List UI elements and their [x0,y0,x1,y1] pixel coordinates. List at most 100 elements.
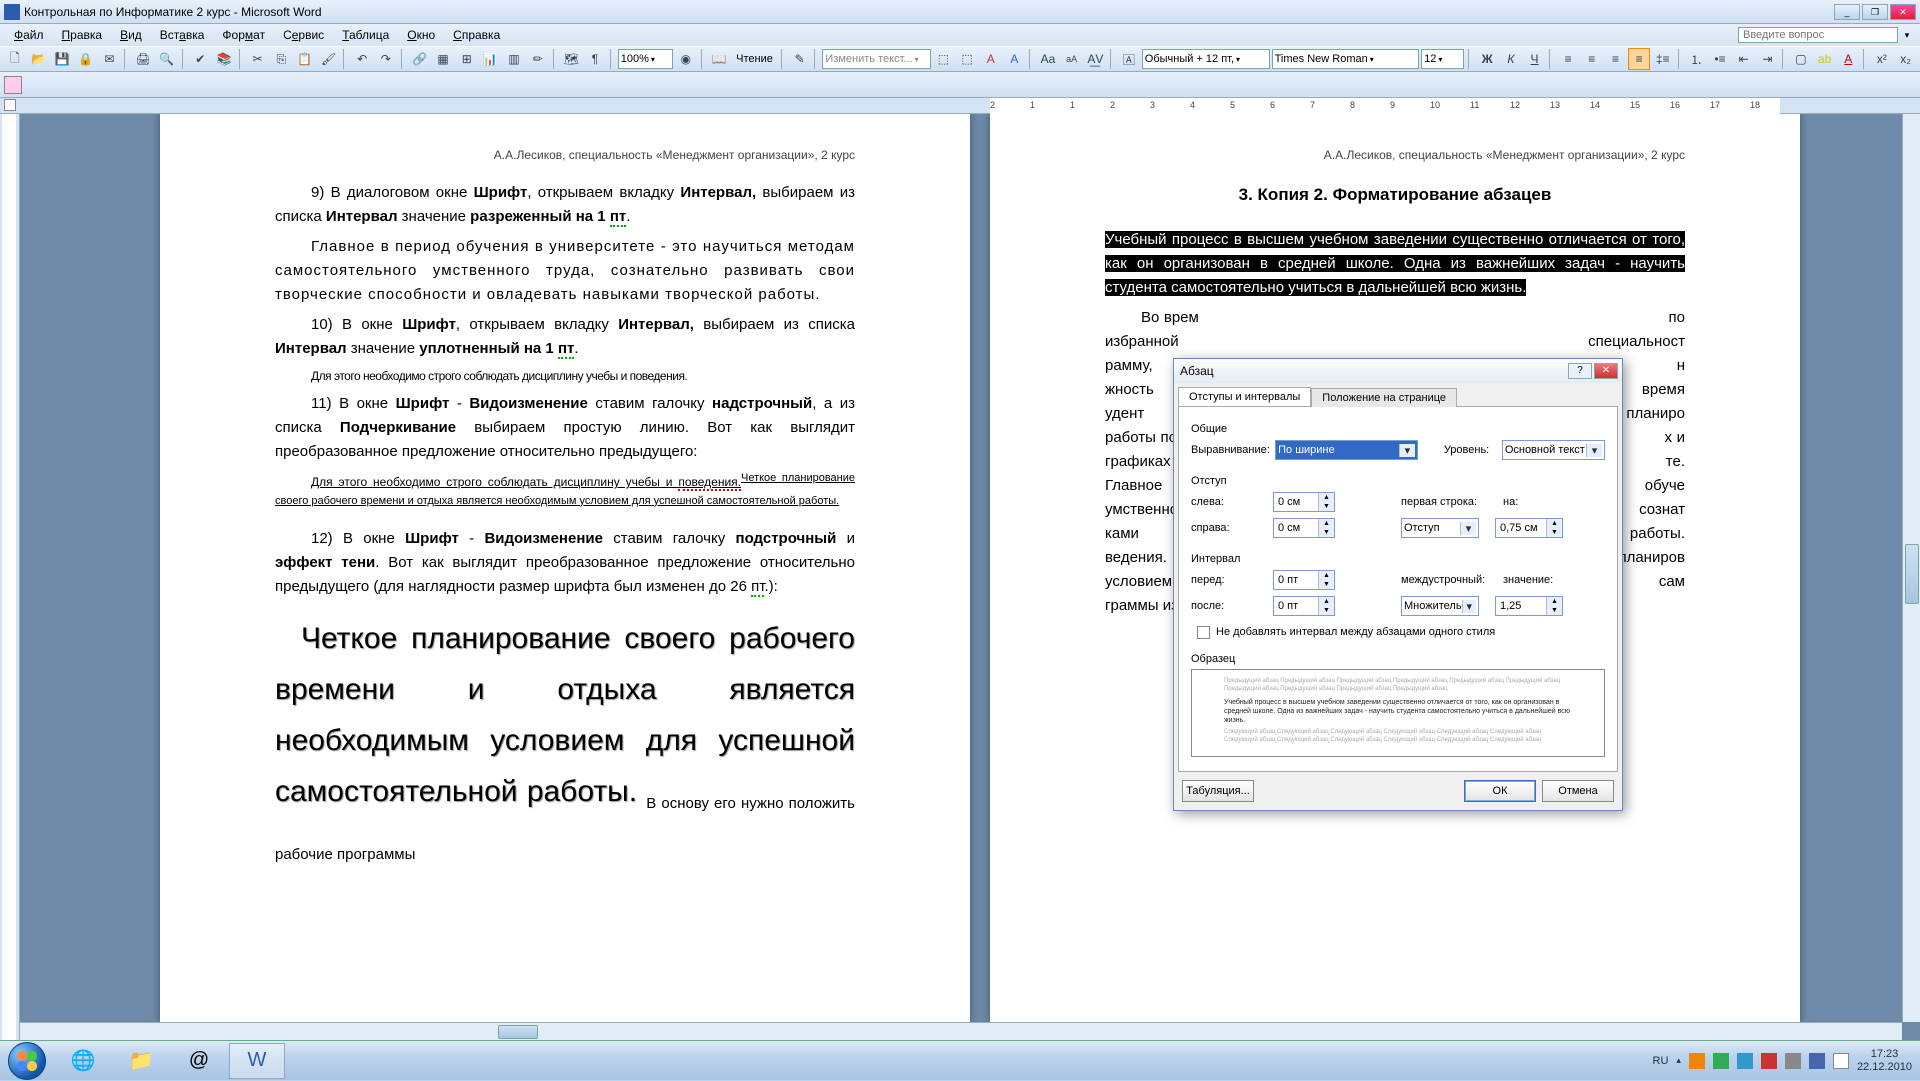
align-left-icon[interactable]: ≡ [1557,48,1579,70]
superscript-icon[interactable]: x² [1871,48,1893,70]
menu-help[interactable]: Справка [445,26,508,44]
scrollbar-thumb-h[interactable] [498,1025,538,1039]
window-close[interactable]: ✕ [1890,4,1916,20]
askbox-dropdown-icon[interactable]: ▾ [1900,30,1914,41]
case-icon[interactable]: Aa [1037,48,1059,70]
drawing-icon[interactable]: ✏ [527,48,549,70]
menu-insert[interactable]: Вставка [152,26,213,44]
space-after-spin[interactable]: ▲▼ [1273,596,1335,616]
align-justify-icon[interactable]: ≡ [1628,48,1650,70]
level-combo[interactable]: Основной текст▾ [1502,440,1605,460]
space-before-spin[interactable]: ▲▼ [1273,570,1335,590]
taskbar-explorer-icon[interactable]: 📁 [113,1043,169,1079]
smallcaps-icon[interactable]: aA [1061,48,1083,70]
cut-icon[interactable]: ✂ [247,48,269,70]
start-button[interactable] [0,1041,54,1081]
no-space-checkbox[interactable]: Не добавлять интервал между абзацами одн… [1197,626,1495,639]
indent-left-spin[interactable]: ▲▼ [1273,492,1335,512]
first-line-spin[interactable]: ▲▼ [1495,518,1563,538]
ink-icon[interactable]: ✎ [789,48,811,70]
line-spacing-icon[interactable]: ‡≡ [1652,48,1674,70]
tb-icon-1[interactable]: ⬚ [933,48,955,70]
tray-icon-6[interactable] [1809,1053,1825,1069]
size-combo[interactable]: 12▾ [1421,49,1464,69]
underline-icon[interactable]: Ч [1524,48,1546,70]
outdent-icon[interactable]: ⇤ [1733,48,1755,70]
tray-icon-5[interactable] [1785,1053,1801,1069]
dialog-help-icon[interactable]: ? [1568,363,1592,379]
excel-icon[interactable]: 📊 [480,48,502,70]
paste-icon[interactable]: 📋 [294,48,316,70]
cancel-button[interactable]: Отмена [1542,780,1614,802]
tray-icon-1[interactable] [1689,1053,1705,1069]
format-painter-icon[interactable]: 🖌 [318,48,340,70]
zoom-combo[interactable]: 100%▾ [618,49,673,69]
ruler-vertical[interactable] [0,114,20,1040]
style-combo[interactable]: Обычный + 12 пт,▾ [1142,49,1270,69]
copy-icon[interactable]: ⎘ [270,48,292,70]
line-value-spin[interactable]: ▲▼ [1495,596,1563,616]
tray-icon-4[interactable] [1761,1053,1777,1069]
research-icon[interactable]: 📚 [213,48,235,70]
tray-lang[interactable]: RU [1653,1055,1669,1067]
docmap-icon[interactable]: 🗺 [561,48,583,70]
line-spacing-combo[interactable]: Множитель▾ [1401,596,1479,616]
show-marks-icon[interactable]: ¶ [584,48,606,70]
tb-icon-2[interactable]: ⬚ [956,48,978,70]
help-icon[interactable]: ◉ [675,48,697,70]
scrollbar-vertical[interactable] [1902,114,1920,1022]
tray-icon-2[interactable] [1713,1053,1729,1069]
first-line-combo[interactable]: Отступ▾ [1401,518,1479,538]
redo-icon[interactable]: ↷ [375,48,397,70]
window-restore[interactable]: ❐ [1862,4,1888,20]
numbering-icon[interactable]: ⒈ [1686,48,1708,70]
save-icon[interactable]: 💾 [51,48,73,70]
tab-indents[interactable]: Отступы и интервалы [1178,387,1311,406]
italic-icon[interactable]: К [1500,48,1522,70]
bullets-icon[interactable]: •≡ [1709,48,1731,70]
scrollbar-horizontal[interactable] [20,1022,1902,1040]
tray-volume-icon[interactable] [1833,1053,1849,1069]
bold-icon[interactable]: Ж [1476,48,1498,70]
tabs-button[interactable]: Табуляция... [1182,780,1254,802]
ok-button[interactable]: ОК [1464,780,1536,802]
indent-right-spin[interactable]: ▲▼ [1273,518,1335,538]
tab-pagination[interactable]: Положение на странице [1311,388,1457,407]
preview-icon[interactable]: 🔍 [156,48,178,70]
reading-label[interactable]: Чтение [732,53,777,65]
tables-borders-icon[interactable]: ▦ [432,48,454,70]
align-center-icon[interactable]: ≡ [1581,48,1603,70]
styles-icon[interactable]: 🄰 [1118,48,1140,70]
menu-view[interactable]: Вид [112,26,150,44]
align-right-icon[interactable]: ≡ [1605,48,1627,70]
page-left[interactable]: А.А.Лесиков, специальность «Менеджмент о… [160,114,970,1022]
menu-window[interactable]: Окно [399,26,443,44]
tray-icon-3[interactable] [1737,1053,1753,1069]
mail-icon[interactable]: ✉ [99,48,121,70]
menu-file[interactable]: Файл [6,26,52,44]
menu-table[interactable]: Таблица [334,26,397,44]
font-grow-icon[interactable]: A [980,48,1002,70]
tray-clock[interactable]: 17:2322.12.2010 [1857,1048,1912,1072]
ask-question-box[interactable] [1738,27,1898,43]
menu-tools[interactable]: Сервис [275,26,332,44]
open-icon[interactable]: 📂 [28,48,50,70]
menu-edit[interactable]: Правка [54,26,111,44]
font-combo[interactable]: Times New Roman▾ [1272,49,1419,69]
font-shrink-icon[interactable]: A [1004,48,1026,70]
print-icon[interactable]: 🖨 [132,48,154,70]
ruler-horizontal[interactable]: 21123456789101112131415161718 [0,98,1920,114]
align-combo[interactable]: По ширине▾ [1275,440,1418,460]
menu-format[interactable]: Формат [214,26,273,44]
borders-icon[interactable]: ▢ [1790,48,1812,70]
dialog-titlebar[interactable]: Абзац ? ✕ [1174,359,1622,383]
dialog-close-icon[interactable]: ✕ [1594,363,1618,379]
indent-icon[interactable]: ⇥ [1757,48,1779,70]
subscript-icon[interactable]: x₂ [1895,48,1917,70]
insert-table-icon[interactable]: ⊞ [456,48,478,70]
new-doc-icon[interactable]: 🗋 [4,48,26,70]
permission-icon[interactable]: 🔒 [75,48,97,70]
read-icon[interactable]: 📖 [709,48,731,70]
window-minimize[interactable]: _ [1834,4,1860,20]
web-tools-icon[interactable] [4,76,22,94]
